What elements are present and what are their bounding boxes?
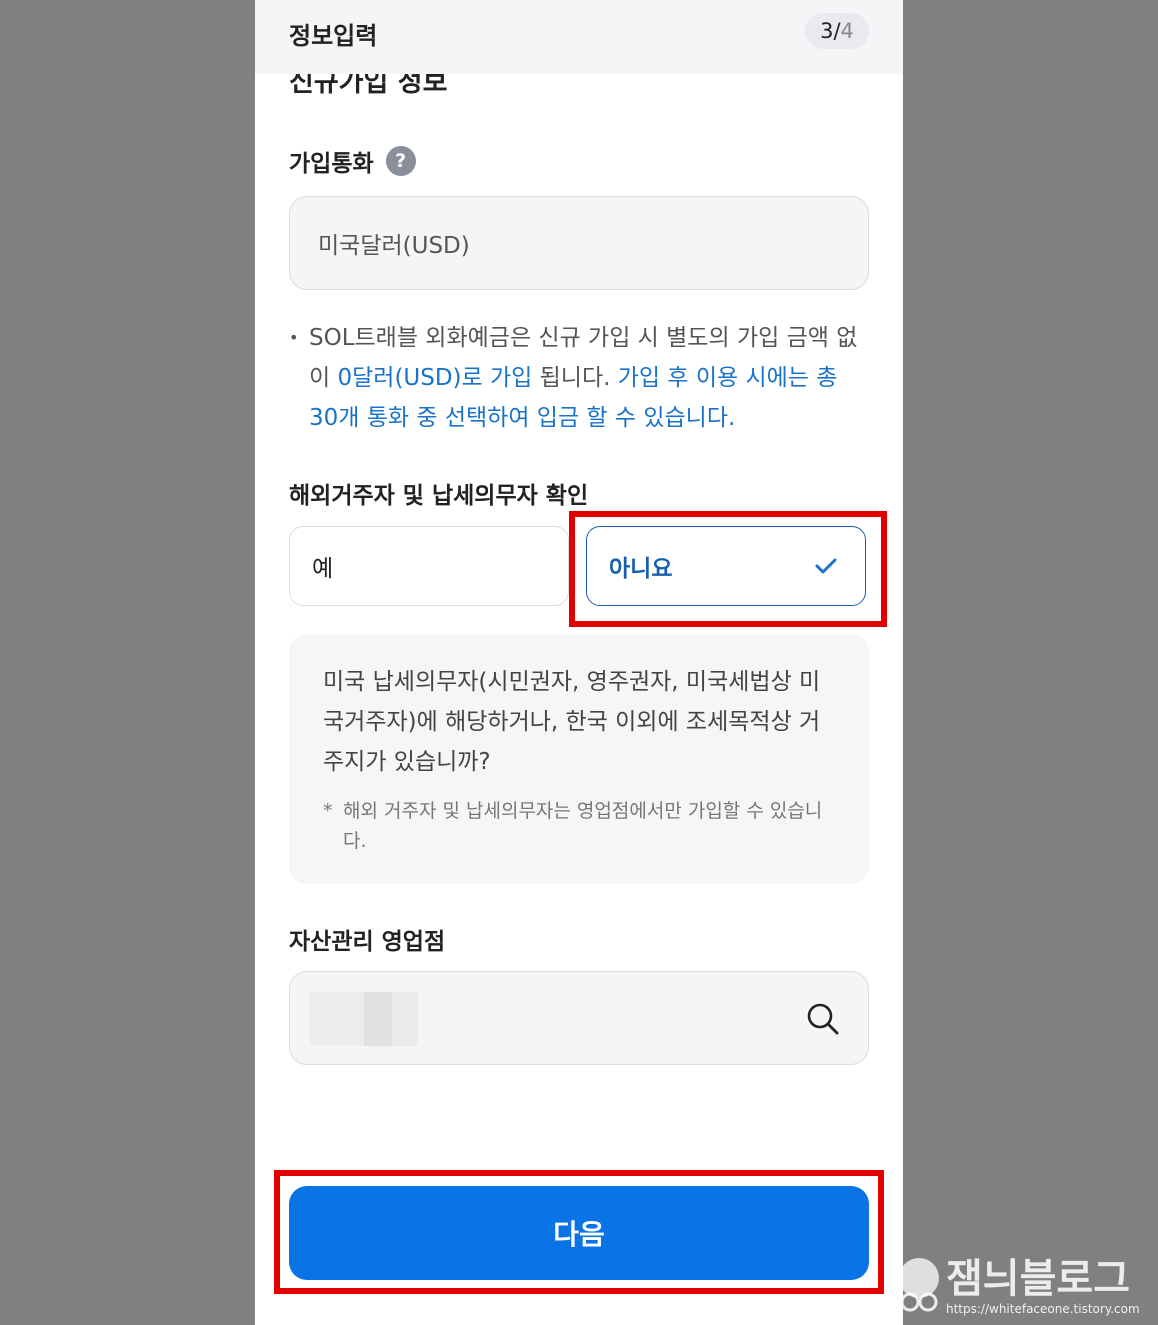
step-separator: / — [833, 19, 841, 43]
bullet: • — [289, 328, 299, 347]
option-no-label: 아니요 — [609, 556, 673, 582]
notice-highlight-1: 0달러(USD)로 가입 — [337, 365, 533, 391]
residency-note: * 해외 거주자 및 납세의무자는 영업점에서만 가입할 수 있습니다. — [323, 796, 835, 856]
next-button[interactable]: 다음 — [289, 1186, 869, 1280]
help-icon[interactable]: ? — [385, 146, 416, 176]
notice-part3: 됩니다. — [532, 365, 618, 391]
residency-label: 해외거주자 및 납세의무자 확인 — [289, 483, 589, 509]
watermark-url: https://whitefaceone.tistory.com — [946, 1302, 1140, 1316]
watermark: 잼늬블로그 https://whitefaceone.tistory.com — [888, 1246, 1158, 1325]
branch-search-field[interactable] — [289, 971, 869, 1065]
step-indicator: 3/4 — [805, 13, 869, 49]
currency-notice: • SOL트래블 외화예금은 신규 가입 시 별도의 가입 금액 없이 0달러(… — [289, 318, 869, 438]
option-no-button[interactable]: 아니요 — [586, 526, 866, 606]
currency-field: 미국달러(USD) — [289, 196, 869, 290]
blurred-value — [310, 992, 364, 1046]
step-current: 3 — [820, 19, 834, 43]
page-title: 정보입력 — [289, 22, 378, 50]
currency-label-row: 가입통화 ? — [289, 144, 416, 178]
currency-label: 가입통화 — [289, 151, 374, 177]
branch-label-row: 자산관리 영업점 — [289, 922, 445, 956]
watermark-title: 잼늬블로그 — [946, 1256, 1130, 1302]
residency-info-box: 미국 납세의무자(시민권자, 영주권자, 미국세법상 미국거주자)에 해당하거나… — [289, 634, 869, 884]
option-yes-label: 예 — [312, 556, 334, 582]
branch-label: 자산관리 영업점 — [289, 929, 446, 955]
note-mark: * — [323, 800, 333, 822]
check-icon — [815, 558, 837, 574]
residency-question: 미국 납세의무자(시민권자, 영주권자, 미국세법상 미국거주자)에 해당하거나… — [323, 669, 821, 775]
note-text: 해외 거주자 및 납세의무자는 영업점에서만 가입할 수 있습니다. — [343, 800, 823, 852]
blurred-value — [364, 992, 392, 1046]
residency-label-row: 해외거주자 및 납세의무자 확인 — [289, 476, 588, 510]
step-total: 4 — [840, 19, 854, 43]
blurred-value — [392, 992, 418, 1046]
header-bar: 정보입력 3/4 — [255, 0, 903, 74]
option-yes-button[interactable]: 예 — [289, 526, 569, 606]
search-icon[interactable] — [806, 1002, 840, 1036]
phone-screen: 정보입력 3/4 신규가입 정보 가입통화 ? 미국달러(USD) • SOL트… — [255, 0, 903, 1325]
notice-text: SOL트래블 외화예금은 신규 가입 시 별도의 가입 금액 없이 0달러(US… — [309, 318, 863, 438]
watermark-logo — [899, 1258, 939, 1312]
